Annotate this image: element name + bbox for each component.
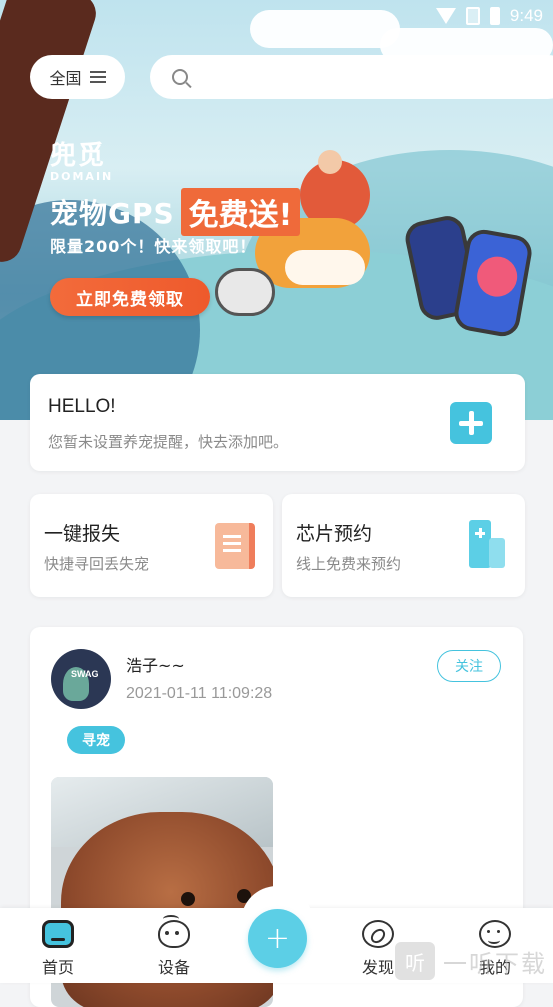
battery-icon <box>489 7 500 25</box>
claim-free-button[interactable]: 立即免费领取 <box>50 278 210 316</box>
promo-headline-highlight: 免费送! <box>180 188 301 236</box>
compass-icon <box>362 920 394 948</box>
brand-logo: 兜觅 DOMAIN <box>50 142 113 183</box>
banner-cloud <box>250 10 400 48</box>
watermark: 听 一听下载 <box>395 942 547 980</box>
banner-person-head <box>318 150 342 174</box>
menu-icon <box>89 71 106 83</box>
banner-dog-belly <box>285 250 365 285</box>
search-input[interactable] <box>200 68 520 86</box>
nav-discover-label: 发现 <box>361 958 394 977</box>
add-reminder-button[interactable] <box>450 402 492 444</box>
reminder-title: HELLO! <box>48 396 116 417</box>
sim-icon <box>465 7 480 25</box>
chip-appointment-title: 芯片预约 <box>296 523 373 545</box>
add-post-button[interactable]: + <box>248 909 307 968</box>
hospital-icon <box>465 520 505 568</box>
post-timestamp: 2021-01-11 11:09:28 <box>126 685 273 702</box>
brand-subtitle: DOMAIN <box>50 170 114 183</box>
nav-home[interactable]: 首页 <box>18 920 98 978</box>
follow-button[interactable]: 关注 <box>437 650 501 682</box>
watermark-text: 一听下载 <box>443 949 547 978</box>
region-selector[interactable]: 全国 <box>30 55 125 99</box>
device-icon <box>158 915 190 948</box>
home-icon <box>42 920 74 948</box>
chip-appointment-description: 线上免费来预约 <box>296 555 402 573</box>
report-lost-title: 一键报失 <box>44 523 121 545</box>
report-lost-card[interactable]: 一键报失 快捷寻回丢失宠 <box>30 494 273 597</box>
reminder-description: 您暂未设置养宠提醒，快去添加吧。 <box>48 433 289 451</box>
promo-headline: 宠物GPS 免费送! <box>50 188 301 236</box>
reminder-card[interactable]: HELLO! 您暂未设置养宠提醒，快去添加吧。 <box>30 374 525 471</box>
region-label: 全国 <box>49 69 82 88</box>
promo-subline: 限量200个！快来领取吧！ <box>50 237 257 256</box>
wifi-icon <box>435 8 456 24</box>
watermark-box: 听 <box>395 942 435 980</box>
status-time: 9:49 <box>509 6 543 25</box>
nav-device[interactable]: 设备 <box>134 915 214 978</box>
status-bar: 9:49 <box>435 4 543 28</box>
brand-name: 兜觅 <box>50 141 107 171</box>
avatar[interactable] <box>51 649 111 709</box>
scroll-icon <box>215 523 255 569</box>
nav-home-label: 首页 <box>41 958 74 977</box>
search-icon <box>172 69 188 85</box>
post-username[interactable]: 浩子~~ <box>126 652 185 676</box>
nav-device-label: 设备 <box>157 958 190 977</box>
search-bar[interactable] <box>150 55 553 99</box>
report-lost-description: 快捷寻回丢失宠 <box>44 555 150 573</box>
post-tag[interactable]: 寻宠 <box>67 726 125 754</box>
banner-cat-illustration <box>215 268 275 316</box>
promo-headline-text: 宠物GPS <box>50 197 175 230</box>
chip-appointment-card[interactable]: 芯片预约 线上免费来预约 <box>282 494 525 597</box>
